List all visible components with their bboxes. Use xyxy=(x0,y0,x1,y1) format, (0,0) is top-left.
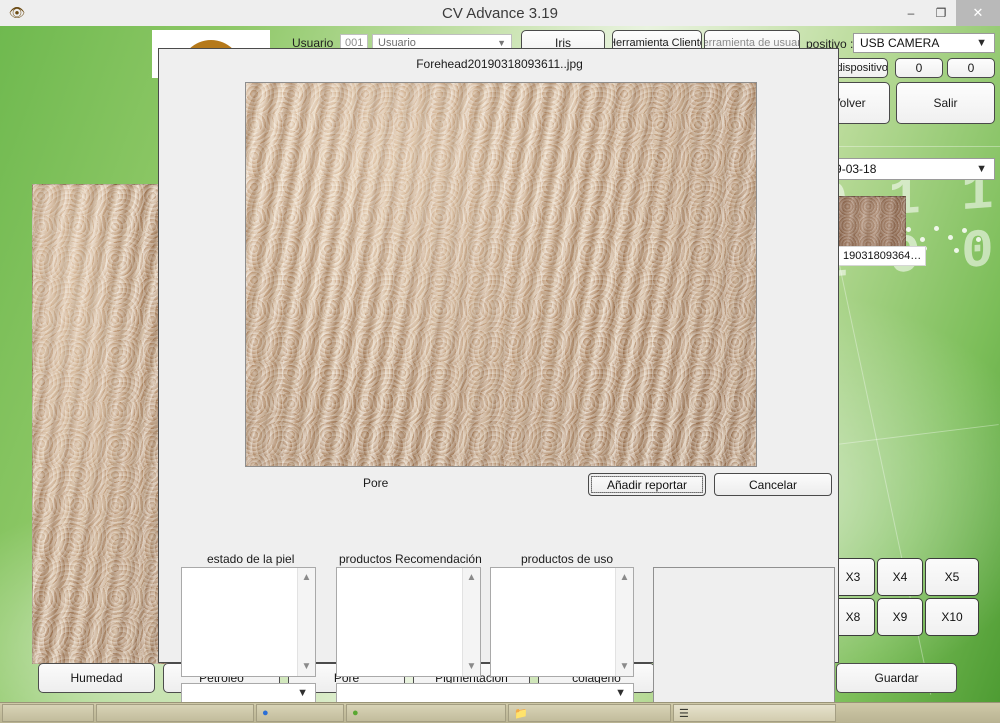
device-select[interactable]: USB CAMERA ▼ xyxy=(853,33,995,53)
guardar-label: Guardar xyxy=(874,671,919,685)
taskbar-item-active[interactable]: ☰ xyxy=(673,704,836,722)
chrome-icon: ● xyxy=(352,707,359,719)
maximize-icon[interactable]: ❐ xyxy=(926,0,956,26)
taskbar-item[interactable] xyxy=(2,704,94,722)
taskbar-item[interactable]: ● xyxy=(256,704,344,722)
zoom-x5-button[interactable]: X5 xyxy=(925,558,979,596)
dialog-mode-label: Pore xyxy=(363,476,389,490)
taskbar-item[interactable] xyxy=(96,704,254,722)
zoom-x10-button[interactable]: X10 xyxy=(925,598,979,636)
device-select-value: USB CAMERA xyxy=(860,36,940,50)
scroll-down-icon[interactable]: ▼ xyxy=(463,658,480,675)
humedad-label: Humedad xyxy=(70,671,123,685)
taskbar-item[interactable]: ● xyxy=(346,704,506,722)
counter-a-value: 0 xyxy=(915,61,923,75)
combo-estado-piel[interactable]: ▼ xyxy=(181,683,316,703)
zoom-x5-label: X5 xyxy=(944,570,960,584)
window-controls: – ❐ ✕ xyxy=(896,0,1000,26)
salir-button[interactable]: Salir xyxy=(896,82,995,124)
group-label-estado-piel: estado de la piel xyxy=(207,552,295,566)
zoom-x9-label: X9 xyxy=(892,610,908,624)
zoom-x8-label: X8 xyxy=(845,610,861,624)
close-icon[interactable]: ✕ xyxy=(956,0,1000,26)
add-report-button[interactable]: Añadir reportar xyxy=(588,473,706,496)
cancel-button[interactable]: Cancelar xyxy=(714,473,832,496)
zoom-x9-button[interactable]: X9 xyxy=(877,598,923,636)
add-report-label: Añadir reportar xyxy=(606,477,688,492)
humedad-button[interactable]: Humedad xyxy=(38,663,155,693)
salir-label: Salir xyxy=(933,96,958,110)
scroll-up-icon[interactable]: ▲ xyxy=(616,569,633,586)
scroll-up-icon[interactable]: ▲ xyxy=(463,569,480,586)
combo-productos-recomendacion[interactable]: ▼ xyxy=(336,683,634,703)
dialog-skin-image[interactable] xyxy=(245,82,757,467)
os-taskbar: ● ● 📁 ☰ xyxy=(0,702,1000,723)
chevron-down-icon: ▼ xyxy=(976,37,987,49)
window-titlebar: 👁 CV Advance 3.19 – ❐ ✕ xyxy=(0,0,1000,27)
minimize-icon[interactable]: – xyxy=(896,0,926,26)
chevron-down-icon: ▼ xyxy=(297,687,308,699)
app-icon: ☰ xyxy=(679,707,689,720)
zoom-x10-label: X10 xyxy=(941,610,963,624)
listbox-estado-piel[interactable]: ▲ ▼ xyxy=(181,567,316,677)
background-skin-image xyxy=(32,184,167,664)
chevron-down-icon: ▼ xyxy=(615,687,626,699)
group-label-productos-recomendacion: productos Recomendación xyxy=(339,552,482,566)
listbox-productos-uso[interactable]: ▲ ▼ xyxy=(490,567,634,677)
dialog-title: Forehead20190318093611..jpg xyxy=(416,57,583,71)
scroll-up-icon[interactable]: ▲ xyxy=(298,569,315,586)
scrollbar-productos-recomendacion[interactable]: ▲ ▼ xyxy=(462,568,480,676)
scrollbar-productos-uso[interactable]: ▲ ▼ xyxy=(615,568,633,676)
folder-icon: 📁 xyxy=(514,707,528,720)
image-detail-dialog: Forehead20190318093611..jpg Pore Añadir … xyxy=(158,48,839,703)
scroll-down-icon[interactable]: ▼ xyxy=(298,658,315,675)
scrollbar-estado-piel[interactable]: ▲ ▼ xyxy=(297,568,315,676)
cancel-label: Cancelar xyxy=(748,477,798,492)
preview-panel[interactable] xyxy=(653,567,835,703)
window-title: CV Advance 3.19 xyxy=(442,4,558,22)
browser-icon: ● xyxy=(262,707,269,719)
zoom-x3-label: X3 xyxy=(845,570,861,584)
counter-b-value: 0 xyxy=(967,61,975,75)
scroll-down-icon[interactable]: ▼ xyxy=(616,658,633,675)
zoom-x4-label: X4 xyxy=(892,570,908,584)
counter-b[interactable]: 0 xyxy=(947,58,995,78)
chevron-down-icon: ▼ xyxy=(976,163,987,175)
guardar-button[interactable]: Guardar xyxy=(836,663,957,693)
zoom-x4-button[interactable]: X4 xyxy=(877,558,923,596)
chevron-down-icon: ▼ xyxy=(497,38,506,48)
group-label-productos-uso: productos de uso xyxy=(521,552,614,566)
listbox-productos-recomendacion[interactable]: ▲ ▼ xyxy=(336,567,481,677)
capture-thumbnail-caption: 19031809364… xyxy=(838,246,927,266)
taskbar-item[interactable]: 📁 xyxy=(508,704,671,722)
counter-a[interactable]: 0 xyxy=(895,58,943,78)
